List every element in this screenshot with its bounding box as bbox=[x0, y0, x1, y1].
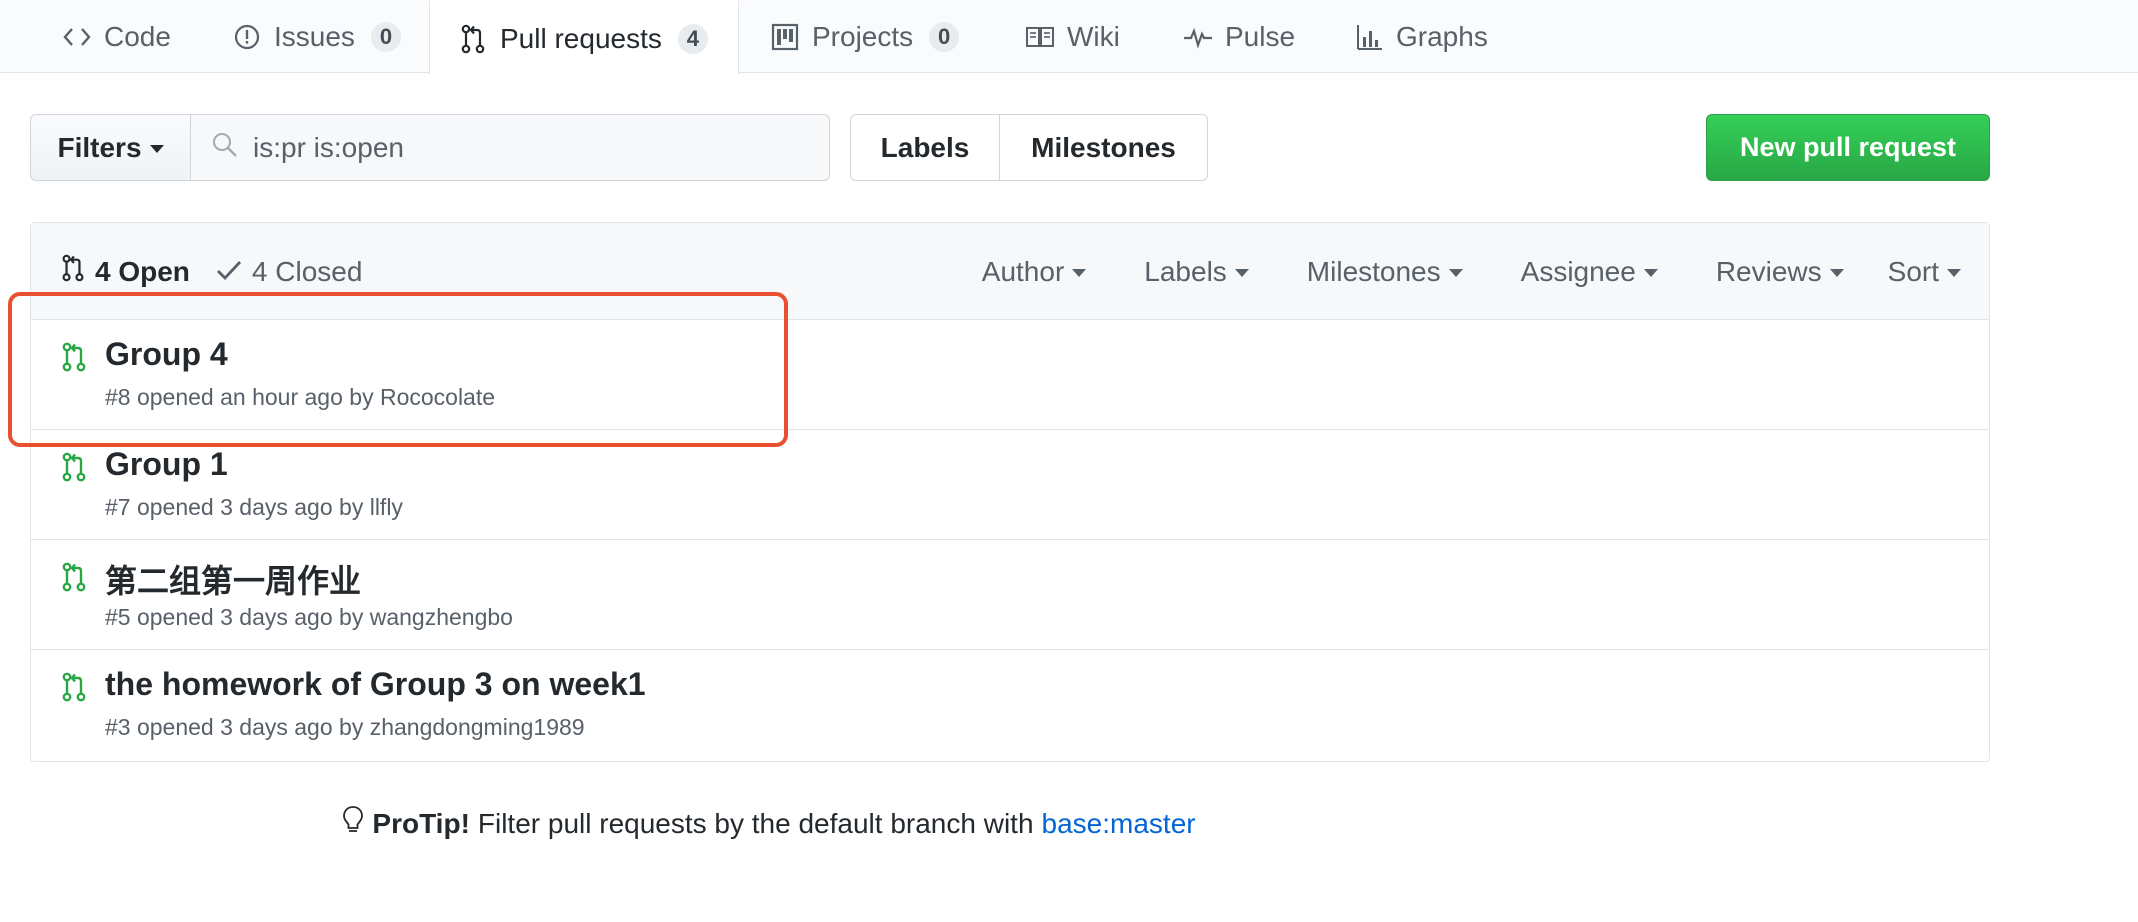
search-box bbox=[191, 114, 830, 181]
sort-dropdown[interactable]: Sort bbox=[1888, 256, 1961, 288]
tab-pull-requests-label: Pull requests bbox=[500, 22, 662, 54]
git-pull-request-icon bbox=[61, 254, 85, 289]
tab-projects-label: Projects bbox=[812, 20, 914, 52]
open-count-label: 4 Open bbox=[95, 255, 190, 287]
list-sorters: Author Labels Milestones Assignee Review… bbox=[982, 223, 1961, 320]
protip: ProTip! Filter pull requests by the defa… bbox=[0, 805, 2138, 845]
pulse-icon bbox=[1183, 22, 1213, 52]
author-filter-label: Author bbox=[981, 255, 1065, 287]
filters-dropdown-button[interactable]: Filters bbox=[30, 114, 191, 181]
milestones-filter-label: Milestones bbox=[1306, 255, 1441, 287]
assignee-filter-label: Assignee bbox=[1520, 255, 1636, 287]
chevron-down-icon bbox=[1234, 268, 1249, 277]
labels-filter-dropdown[interactable]: Labels bbox=[1144, 256, 1249, 288]
code-icon bbox=[62, 22, 92, 52]
tab-graphs[interactable]: Graphs bbox=[1354, 0, 1488, 73]
pull-request-meta: #5 opened 3 days ago by wangzhengbo bbox=[105, 604, 513, 630]
git-pull-request-open-icon bbox=[61, 562, 87, 592]
pull-request-meta: #3 opened 3 days ago by zhangdongming198… bbox=[105, 714, 585, 740]
labels-milestones-group: Labels Milestones bbox=[850, 114, 1208, 181]
check-icon bbox=[216, 256, 242, 288]
book-icon bbox=[1025, 22, 1055, 52]
pull-requests-counter: 4 bbox=[677, 23, 708, 54]
issue-opened-icon bbox=[232, 22, 262, 52]
chevron-down-icon bbox=[1448, 268, 1463, 277]
protip-link[interactable]: base:master bbox=[1042, 808, 1196, 840]
pull-request-title[interactable]: the homework of Group 3 on week1 bbox=[105, 666, 646, 703]
milestones-button[interactable]: Milestones bbox=[1000, 114, 1208, 181]
list-item: the homework of Group 3 on week1 #3 open… bbox=[31, 650, 1989, 760]
closed-count-label: 4 Closed bbox=[251, 255, 363, 287]
pull-request-title[interactable]: 第二组第一周作业 bbox=[105, 556, 361, 602]
pull-request-title[interactable]: Group 1 bbox=[105, 446, 228, 483]
tab-graphs-label: Graphs bbox=[1396, 20, 1488, 52]
new-pull-request-button[interactable]: New pull request bbox=[1706, 114, 1990, 181]
git-pull-request-open-icon bbox=[61, 452, 87, 482]
light-bulb-icon bbox=[342, 805, 364, 842]
search-input[interactable] bbox=[253, 131, 813, 164]
repo-nav: Code Issues 0 Pull requests 4 Projects 0… bbox=[0, 0, 2138, 74]
highlight-annotation bbox=[8, 292, 788, 447]
labels-button[interactable]: Labels bbox=[850, 114, 1000, 181]
git-pull-request-icon bbox=[458, 24, 488, 54]
chevron-down-icon bbox=[1643, 268, 1658, 277]
milestones-filter-dropdown[interactable]: Milestones bbox=[1307, 256, 1463, 288]
project-icon bbox=[770, 22, 800, 52]
git-pull-request-open-icon bbox=[61, 672, 87, 702]
tab-issues[interactable]: Issues 0 bbox=[232, 0, 401, 73]
filters-search-group: Filters bbox=[30, 114, 830, 181]
protip-inner: ProTip! Filter pull requests by the defa… bbox=[342, 805, 1196, 842]
assignee-filter-dropdown[interactable]: Assignee bbox=[1521, 256, 1658, 288]
list-item: 第二组第一周作业 #5 opened 3 days ago by wangzhe… bbox=[31, 540, 1989, 650]
pull-request-meta: #7 opened 3 days ago by llfly bbox=[105, 494, 403, 520]
protip-strong: ProTip! bbox=[372, 807, 470, 839]
tab-code[interactable]: Code bbox=[62, 0, 171, 73]
search-icon bbox=[211, 131, 239, 164]
closed-state-link[interactable]: 4 Closed bbox=[216, 255, 363, 288]
projects-counter: 0 bbox=[929, 21, 960, 52]
author-filter-dropdown[interactable]: Author bbox=[982, 256, 1087, 288]
protip-text: Filter pull requests by the default bran… bbox=[477, 807, 1034, 839]
tab-code-label: Code bbox=[104, 20, 171, 52]
reviews-filter-label: Reviews bbox=[1715, 255, 1822, 287]
labels-filter-label: Labels bbox=[1144, 255, 1227, 287]
graph-icon bbox=[1354, 22, 1384, 52]
issues-counter: 0 bbox=[370, 21, 401, 52]
tab-wiki[interactable]: Wiki bbox=[1025, 0, 1120, 73]
tab-projects[interactable]: Projects 0 bbox=[770, 0, 960, 73]
open-state-link[interactable]: 4 Open bbox=[61, 254, 190, 289]
reviews-filter-dropdown[interactable]: Reviews bbox=[1716, 256, 1844, 288]
tab-wiki-label: Wiki bbox=[1067, 20, 1120, 52]
tab-issues-label: Issues bbox=[274, 20, 355, 52]
tab-pulse-label: Pulse bbox=[1225, 20, 1296, 52]
chevron-down-icon bbox=[1829, 268, 1844, 277]
filters-label: Filters bbox=[57, 131, 142, 163]
chevron-down-icon bbox=[1947, 268, 1961, 277]
chevron-down-icon bbox=[149, 144, 164, 153]
tab-pulse[interactable]: Pulse bbox=[1183, 0, 1295, 73]
chevron-down-icon bbox=[1072, 268, 1087, 277]
tab-pull-requests[interactable]: Pull requests 4 bbox=[429, 0, 739, 74]
sort-label: Sort bbox=[1887, 255, 1939, 287]
